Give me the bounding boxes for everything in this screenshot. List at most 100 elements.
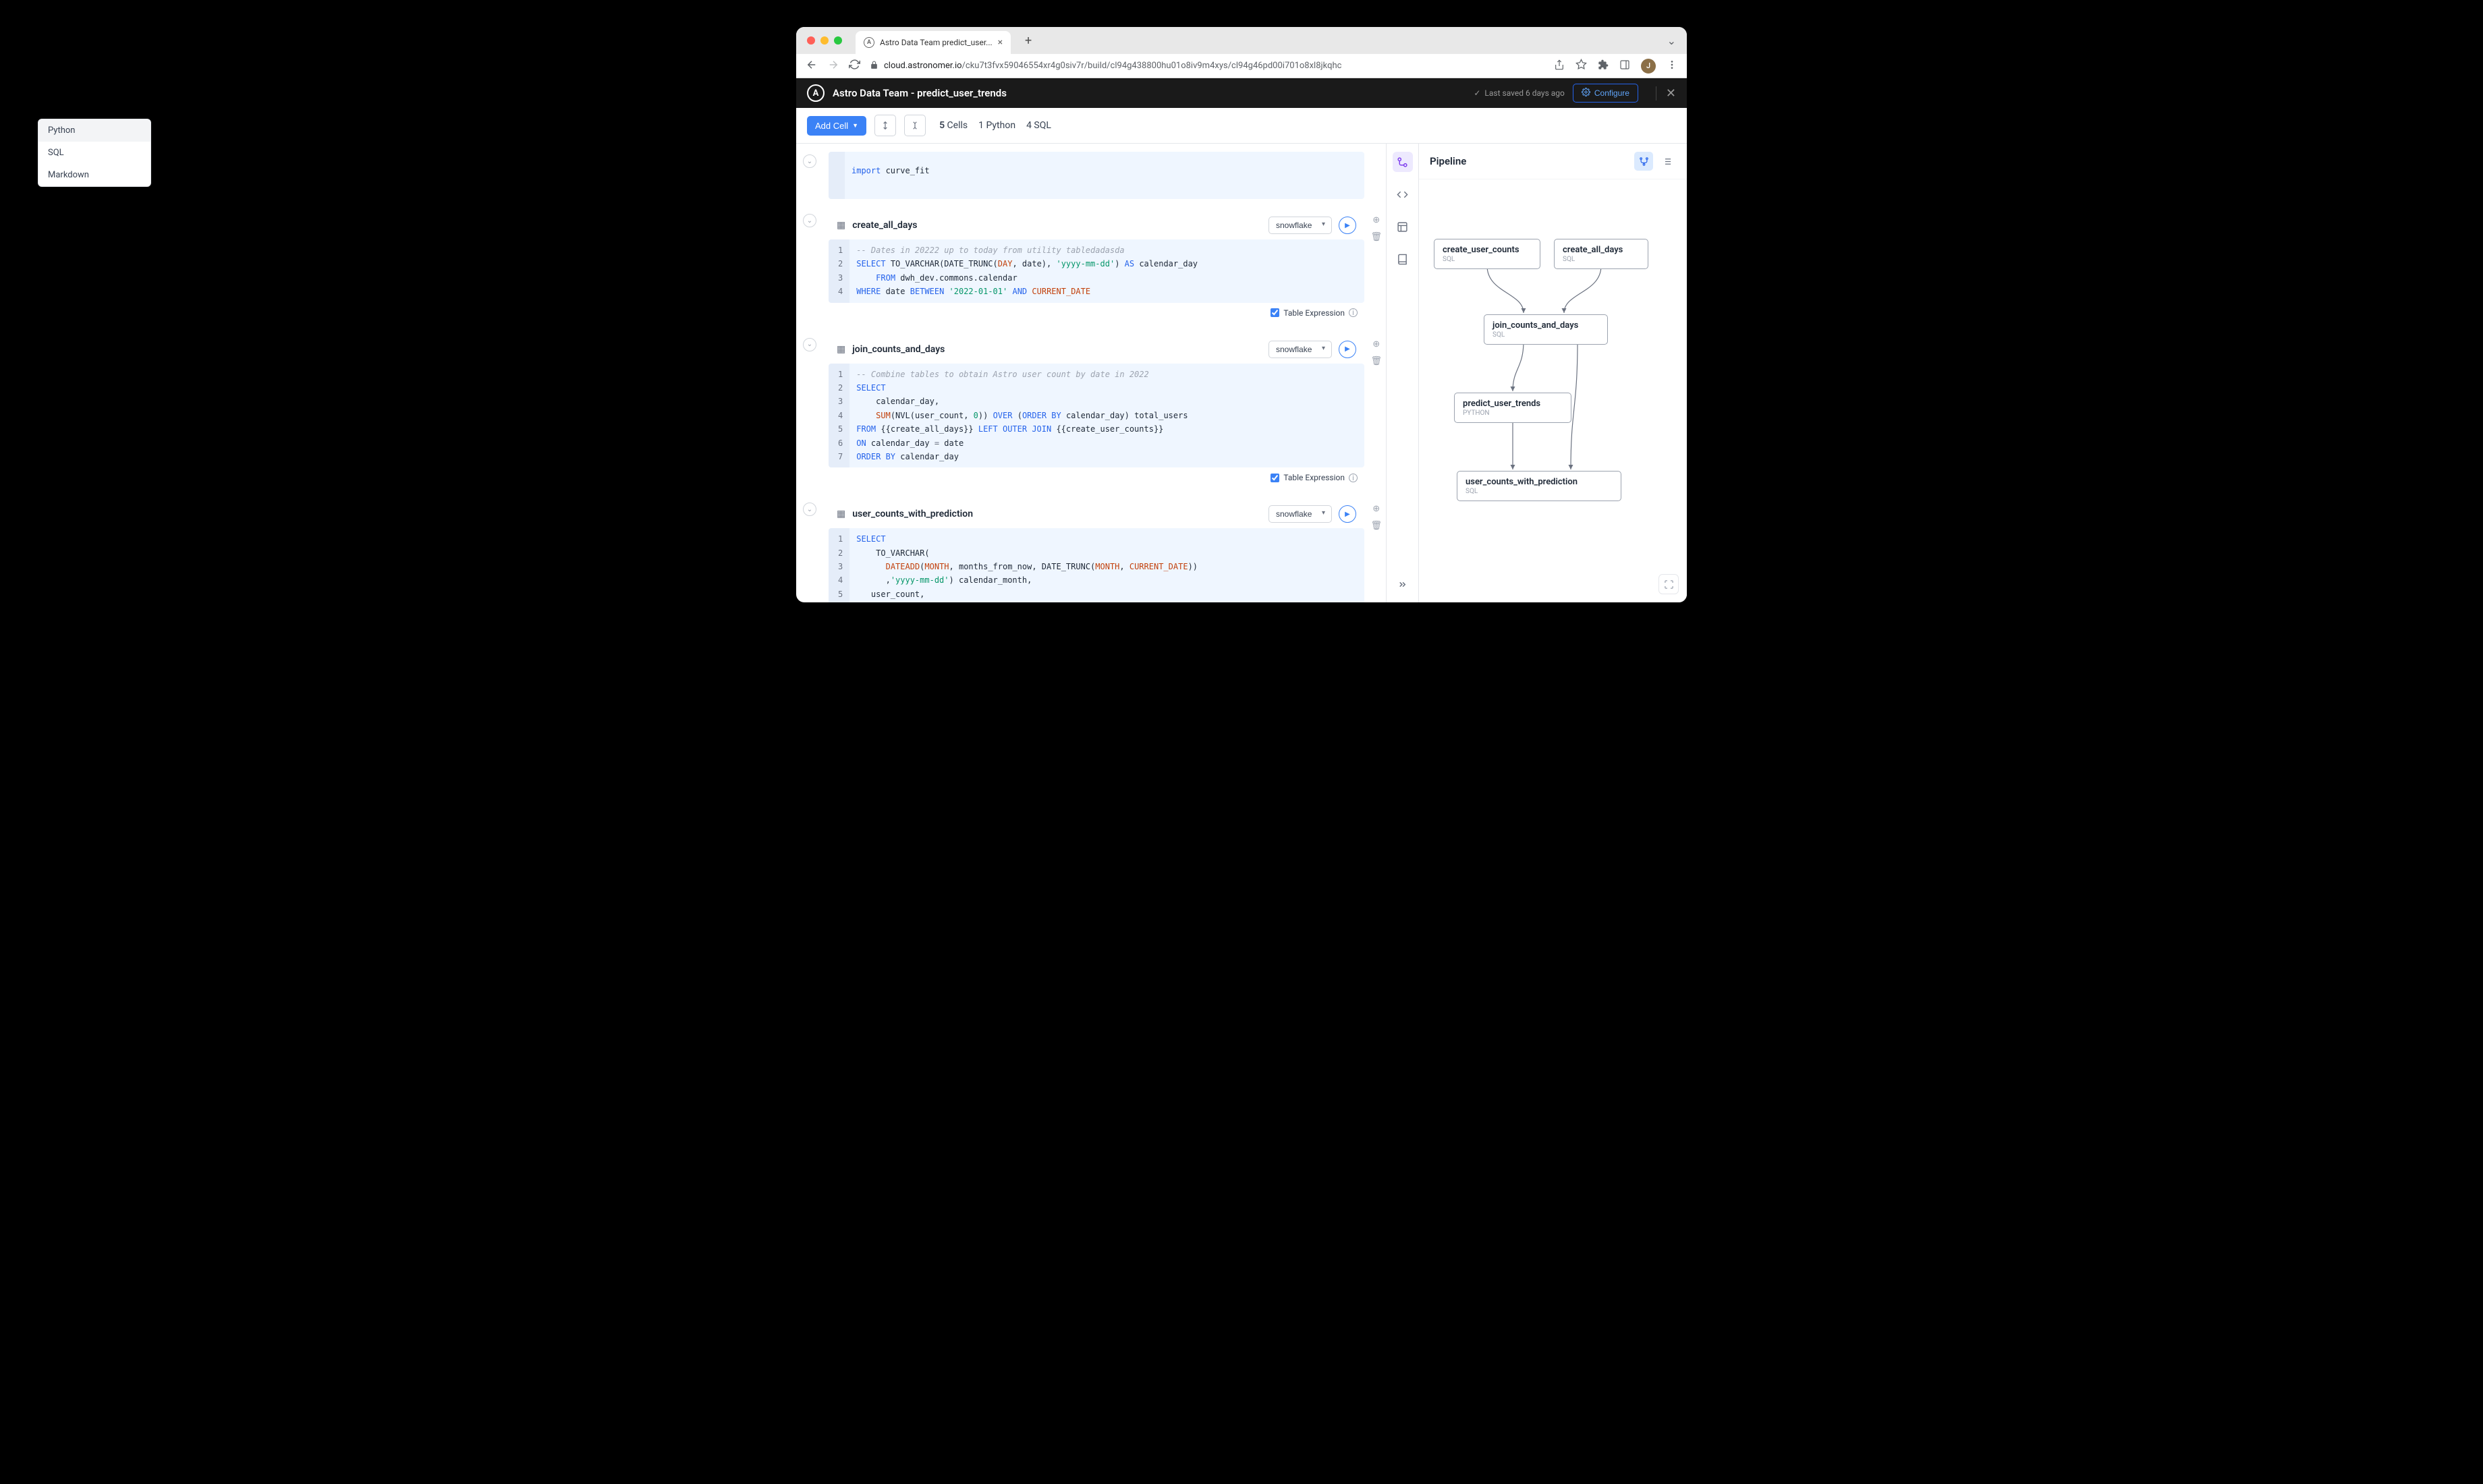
- pipeline-node[interactable]: create_user_countsSQL: [1434, 239, 1540, 269]
- app-logo[interactable]: A: [807, 84, 825, 102]
- reload-button[interactable]: [849, 59, 860, 73]
- cell-collapse-toggle[interactable]: ⌄: [803, 154, 816, 168]
- cell: ⌄ ⊕ 🗑 ▦ user_counts_with_prediction snow…: [829, 500, 1364, 602]
- expand-canvas-button[interactable]: [1658, 574, 1679, 594]
- close-window-button[interactable]: [807, 36, 815, 45]
- run-cell-button[interactable]: ▶: [1339, 505, 1356, 523]
- rail-library-button[interactable]: [1393, 249, 1413, 269]
- url-field[interactable]: cloud.astronomer.io/cku7t3fvx59046554xr4…: [870, 61, 1544, 72]
- close-panel-icon[interactable]: ✕: [1656, 86, 1676, 101]
- cell-collapse-toggle[interactable]: ⌄: [803, 503, 816, 516]
- line-numbers: 1234567: [829, 364, 849, 468]
- cell-header: ▦ user_counts_with_prediction snowflake …: [829, 500, 1364, 528]
- table-expression-label: Table Expression: [1283, 308, 1345, 318]
- add-cell-button[interactable]: Add Cell ▼: [807, 116, 866, 136]
- lock-icon: [870, 61, 878, 72]
- code-content[interactable]: -- Dates in 20222 up to today from utili…: [849, 239, 1364, 303]
- browser-menu-icon[interactable]: [1667, 59, 1677, 73]
- minimize-window-button[interactable]: [820, 36, 829, 45]
- node-type: SQL: [1563, 256, 1640, 263]
- code-content[interactable]: -- Combine tables to obtain Astro user c…: [849, 364, 1364, 468]
- configure-button[interactable]: Configure: [1573, 84, 1638, 103]
- rail-collapse-button[interactable]: [1393, 574, 1413, 594]
- rail-pipeline-button[interactable]: [1393, 152, 1413, 172]
- node-title: predict_user_trends: [1463, 399, 1563, 409]
- cell: ⌄ ⊕ 🗑 ▦ create_all_days snowflake ▶ 1234: [829, 211, 1364, 323]
- pipeline-panel: Pipeline create_user_countsSQLcreate_all…: [1418, 144, 1687, 602]
- browser-extension-icons: J: [1554, 59, 1677, 74]
- move-cell-icon[interactable]: ⊕: [1372, 504, 1380, 514]
- delete-cell-icon[interactable]: 🗑: [1370, 232, 1382, 242]
- collapse-all-button[interactable]: [874, 115, 896, 136]
- side-rail: [1386, 144, 1418, 602]
- back-button[interactable]: [806, 59, 818, 74]
- cell-footer: Table Expression i: [829, 303, 1364, 323]
- connection-select[interactable]: snowflake: [1268, 217, 1332, 234]
- pipeline-list-view-button[interactable]: [1657, 152, 1676, 171]
- delete-cell-icon[interactable]: 🗑: [1370, 521, 1382, 531]
- delete-cell-icon[interactable]: 🗑: [1370, 356, 1382, 366]
- code-editor[interactable]: 123456789 SELECT TO_VARCHAR( DATEADD(MON…: [829, 528, 1364, 602]
- node-title: create_all_days: [1563, 245, 1640, 255]
- node-title: create_user_counts: [1443, 245, 1532, 255]
- table-expression-label: Table Expression: [1283, 473, 1345, 482]
- cell-collapse-toggle[interactable]: ⌄: [803, 214, 816, 227]
- node-type: SQL: [1443, 256, 1532, 263]
- url-bar: cloud.astronomer.io/cku7t3fvx59046554xr4…: [796, 54, 1687, 78]
- profile-avatar[interactable]: J: [1641, 59, 1656, 74]
- tab-overflow-icon[interactable]: ⌄: [1667, 34, 1676, 47]
- pipeline-node[interactable]: user_counts_with_predictionSQL: [1457, 471, 1621, 501]
- expand-all-button[interactable]: [904, 115, 926, 136]
- rail-code-button[interactable]: [1393, 184, 1413, 204]
- cell-collapse-toggle[interactable]: ⌄: [803, 338, 816, 351]
- run-cell-button[interactable]: ▶: [1339, 217, 1356, 234]
- forward-button[interactable]: [827, 59, 839, 74]
- connection-select[interactable]: snowflake: [1268, 341, 1332, 358]
- cell: ⌄ import curve_fit: [829, 152, 1364, 199]
- info-icon[interactable]: i: [1349, 308, 1358, 317]
- bookmark-icon[interactable]: [1575, 59, 1587, 73]
- cell-name[interactable]: user_counts_with_prediction: [852, 509, 973, 519]
- tab-title: Astro Data Team predict_user...: [880, 38, 993, 47]
- tab-favicon: A: [864, 37, 874, 48]
- info-icon[interactable]: i: [1349, 474, 1358, 482]
- pipeline-canvas[interactable]: create_user_countsSQLcreate_all_daysSQLj…: [1419, 179, 1687, 602]
- code-content[interactable]: SELECT TO_VARCHAR( DATEADD(MONTH, months…: [849, 528, 1364, 602]
- traffic-lights: [807, 36, 842, 45]
- maximize-window-button[interactable]: [834, 36, 842, 45]
- run-cell-button[interactable]: ▶: [1339, 341, 1356, 358]
- pipeline-node[interactable]: predict_user_trendsPYTHON: [1454, 393, 1571, 423]
- connection-select[interactable]: snowflake: [1268, 505, 1332, 523]
- pipeline-node[interactable]: join_counts_and_daysSQL: [1484, 314, 1608, 345]
- move-cell-icon[interactable]: ⊕: [1372, 215, 1380, 225]
- url-text: cloud.astronomer.io/cku7t3fvx59046554xr4…: [884, 61, 1341, 71]
- table-expression-checkbox[interactable]: [1271, 474, 1279, 482]
- rail-schema-button[interactable]: [1393, 217, 1413, 237]
- code-editor[interactable]: 1234 -- Dates in 20222 up to today from …: [829, 239, 1364, 303]
- cell-name[interactable]: join_counts_and_days: [852, 344, 945, 355]
- app-window: A Astro Data Team predict_user... × + ⌄ …: [796, 27, 1687, 602]
- pipeline-graph-view-button[interactable]: [1634, 152, 1653, 171]
- line-numbers: 123456789: [829, 528, 849, 602]
- node-type: PYTHON: [1463, 409, 1563, 417]
- main-layout: ⌄ import curve_fit ⌄ ⊕ 🗑 ▦ create_: [796, 144, 1687, 602]
- cell-name[interactable]: create_all_days: [852, 220, 917, 231]
- node-type: SQL: [1492, 331, 1599, 339]
- table-expression-checkbox[interactable]: [1271, 308, 1279, 317]
- extensions-icon[interactable]: [1598, 59, 1609, 73]
- last-saved-label: ✓ Last saved 6 days ago: [1474, 88, 1565, 98]
- new-tab-button[interactable]: +: [1019, 31, 1038, 50]
- share-icon[interactable]: [1554, 59, 1565, 73]
- panel-icon[interactable]: [1619, 59, 1630, 73]
- pipeline-node[interactable]: create_all_daysSQL: [1554, 239, 1648, 269]
- app-header: A Astro Data Team - predict_user_trends …: [796, 78, 1687, 108]
- code-editor[interactable]: 1234567 -- Combine tables to obtain Astr…: [829, 364, 1364, 468]
- sql-cell-icon: ▦: [837, 509, 845, 519]
- code-content[interactable]: import curve_fit: [845, 152, 1364, 199]
- cell-header: ▦ create_all_days snowflake ▶: [829, 211, 1364, 239]
- browser-tab[interactable]: A Astro Data Team predict_user... ×: [856, 31, 1011, 54]
- code-editor[interactable]: import curve_fit: [829, 152, 1364, 199]
- tab-close-icon[interactable]: ×: [998, 37, 1003, 48]
- node-title: join_counts_and_days: [1492, 320, 1599, 331]
- move-cell-icon[interactable]: ⊕: [1372, 339, 1380, 349]
